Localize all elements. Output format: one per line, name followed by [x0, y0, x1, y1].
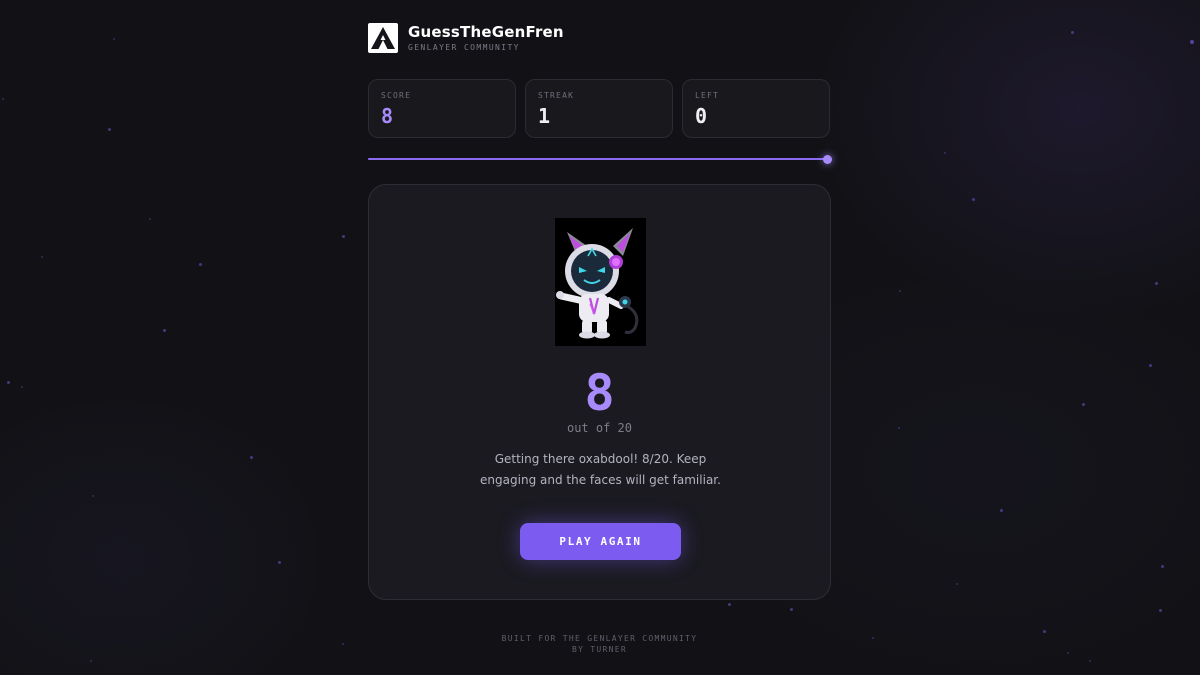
play-again-button[interactable]: PLAY AGAIN: [520, 523, 681, 560]
streak-value: 1: [538, 104, 551, 128]
progress-knob: [823, 155, 832, 164]
score-label: SCORE: [381, 91, 412, 100]
result-card: 8 out of 20 Getting there oxabdool! 8/20…: [368, 184, 831, 600]
left-label: LEFT: [695, 91, 720, 100]
footer-line-1: BUILT FOR THE GENLAYER COMMUNITY: [501, 634, 698, 643]
progress-bar: [368, 155, 832, 164]
left-stat: LEFT 0: [682, 79, 830, 138]
score-value: 8: [381, 104, 394, 128]
logo-glyph: [371, 27, 395, 49]
footer-line-2: BY TURNER: [571, 645, 628, 654]
score-total: out of 20: [566, 421, 633, 435]
final-score: 8: [584, 364, 615, 422]
brand-header: GuessTheGenFren GENLAYER COMMUNITY: [368, 23, 564, 53]
brand-text: GuessTheGenFren GENLAYER COMMUNITY: [408, 23, 564, 53]
astronaut-cat-image: [555, 218, 646, 346]
genlayer-logo-icon: [368, 23, 398, 53]
result-message: Getting there oxabdool! 8/20. Keep engag…: [480, 452, 721, 487]
left-value: 0: [695, 104, 708, 128]
progress-fill: [368, 158, 827, 160]
character-avatar: [555, 218, 646, 346]
streak-label: STREAK: [538, 91, 575, 100]
footer: BUILT FOR THE GENLAYER COMMUNITY BY TURN…: [368, 633, 831, 655]
streak-stat: STREAK 1: [525, 79, 673, 138]
stats-row: SCORE 8 STREAK 1 LEFT 0: [368, 79, 831, 138]
app-subtitle: GENLAYER COMMUNITY: [408, 43, 520, 52]
score-stat: SCORE 8: [368, 79, 516, 138]
app-title: GuessTheGenFren: [408, 23, 564, 41]
